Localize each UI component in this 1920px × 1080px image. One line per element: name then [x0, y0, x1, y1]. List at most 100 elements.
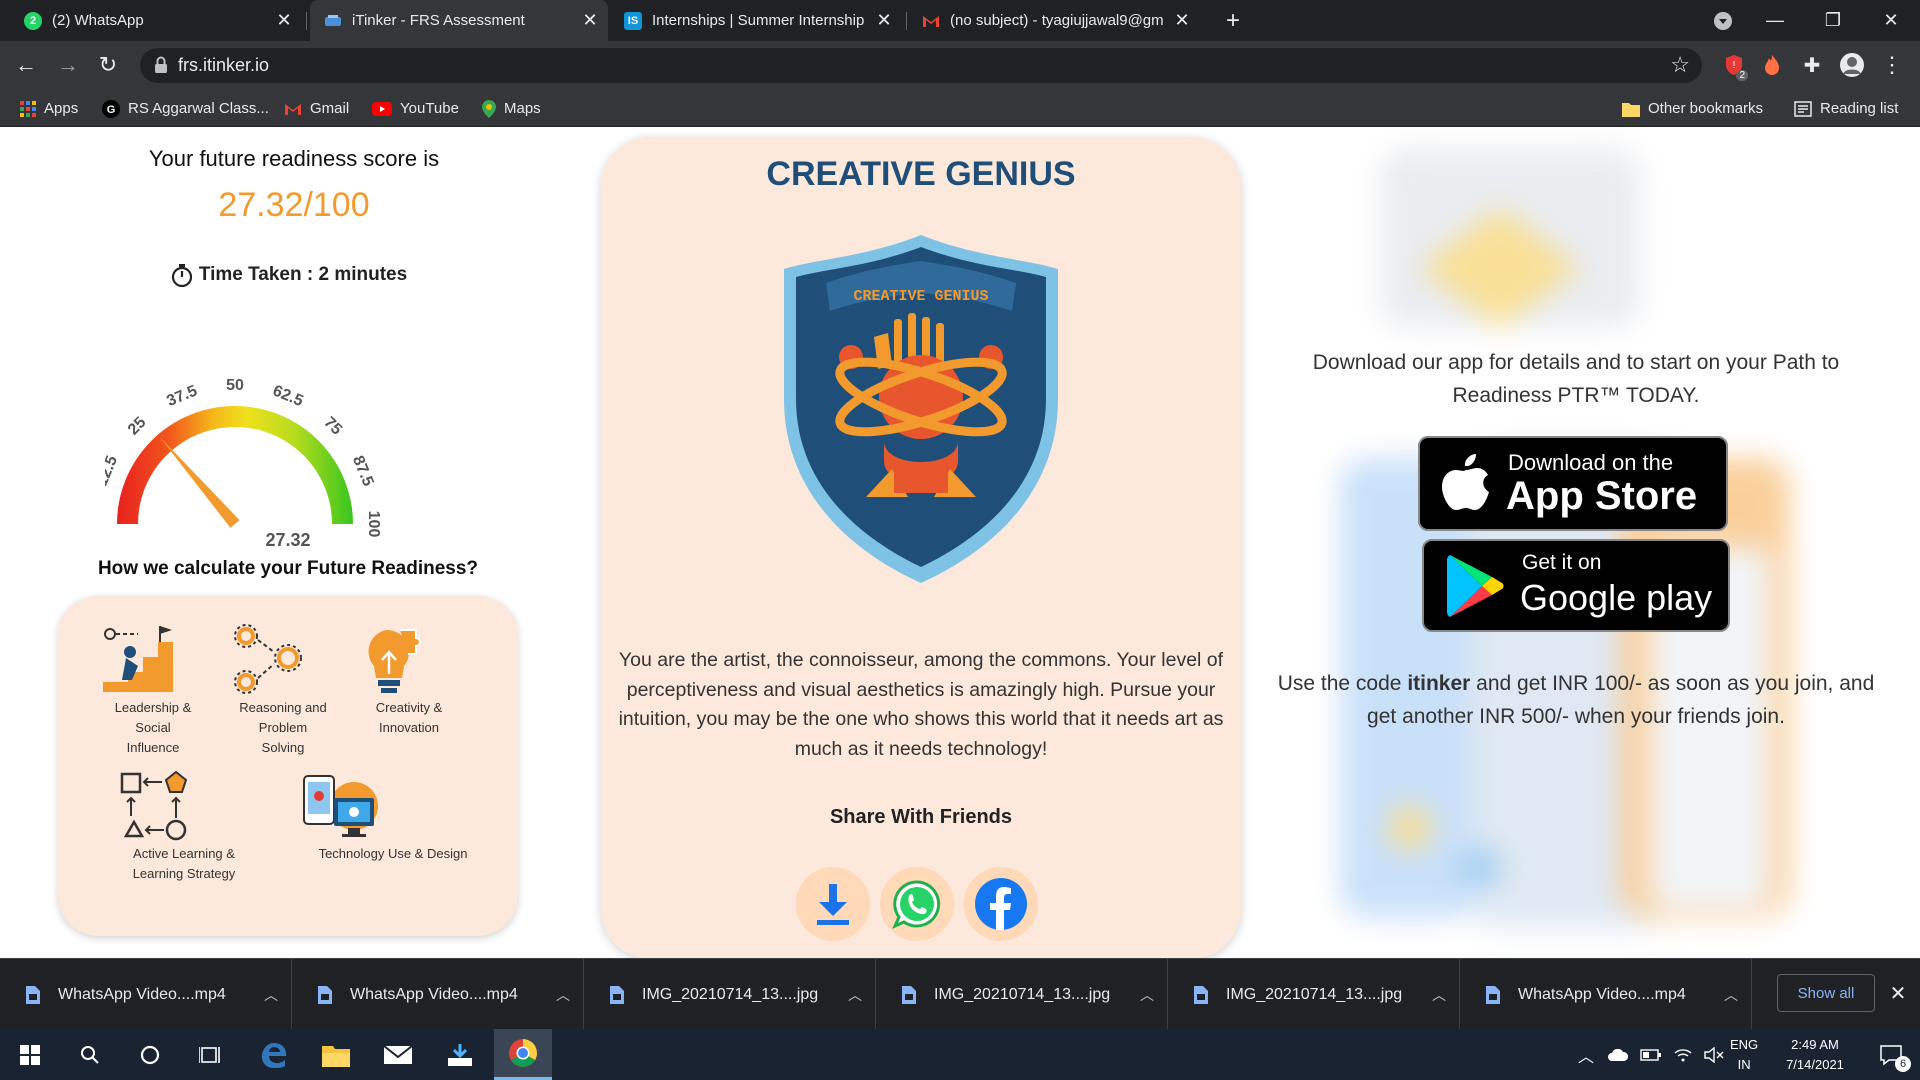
file-icon [902, 985, 916, 1004]
bookmark-label: RS Aggarwal Class... [128, 100, 269, 117]
tab-itinker[interactable]: iTinker - FRS Assessment ✕ [310, 0, 608, 41]
forward-button[interactable]: → [50, 47, 86, 83]
battery-icon[interactable] [1640, 1048, 1662, 1061]
download-item[interactable]: WhatsApp Video....mp4 ︿ [292, 959, 584, 1030]
chevron-up-icon[interactable]: ︿ [251, 985, 291, 1005]
bookmark-label: Other bookmarks [1648, 100, 1764, 117]
download-item[interactable]: WhatsApp Video....mp4 ︿ [1460, 959, 1752, 1030]
gauge-tick-label: 50 [226, 377, 244, 394]
lang-bottom: IN [1737, 1056, 1751, 1072]
browser-toolbar: ← → ↻ frs.itinker.io ☆ ! 2 ✚ ⋮ [0, 41, 1920, 90]
close-window-button[interactable]: ✕ [1868, 0, 1914, 41]
chevron-up-icon[interactable]: ︿ [835, 985, 875, 1005]
lang-top: ENG [1730, 1036, 1759, 1052]
chevron-up-icon[interactable]: ︿ [1578, 1043, 1594, 1067]
tab-search-icon[interactable] [1700, 0, 1746, 41]
download-button[interactable] [796, 867, 870, 941]
appstore-big-text: App Store [1506, 474, 1698, 518]
windows-taskbar: ︿ ENG IN 2:49 AM 7/14/2021 6 [0, 1029, 1920, 1080]
chrome-icon [509, 1039, 537, 1067]
tab-gmail[interactable]: (no subject) - tyagiujjawal9@gm ✕ [910, 0, 1200, 41]
reasoning-gears-icon [228, 622, 338, 696]
bookmark-star-icon[interactable]: ☆ [1670, 52, 1690, 78]
appstore-small-text: Download on the [1508, 450, 1674, 475]
bookmark-youtube[interactable]: YouTube [372, 90, 459, 127]
download-item[interactable]: IMG_20210714_13....jpg ︿ [584, 959, 876, 1030]
skill-creativity: Creativity & Innovation [354, 622, 464, 738]
lock-icon [154, 56, 168, 74]
notification-count: 6 [1895, 1056, 1911, 1072]
search-taskbar-button[interactable] [62, 1029, 118, 1080]
back-button[interactable]: ← [8, 47, 44, 83]
extension-icon[interactable]: ! 2 [1718, 49, 1750, 81]
clock[interactable]: 2:49 AM 7/14/2021 [1770, 1029, 1860, 1080]
other-bookmarks[interactable]: Other bookmarks [1622, 90, 1763, 127]
language-indicator[interactable]: ENG IN [1730, 1029, 1758, 1080]
tab-whatsapp[interactable]: 2 (2) WhatsApp ✕ [12, 0, 302, 41]
menu-kebab-icon[interactable]: ⋮ [1876, 49, 1908, 81]
cortana-button[interactable] [122, 1029, 178, 1080]
download-item[interactable]: IMG_20210714_13....jpg ︿ [1168, 959, 1460, 1030]
reload-button[interactable]: ↻ [90, 47, 126, 83]
folder-icon [1622, 101, 1640, 117]
close-tab-icon[interactable]: ✕ [1172, 10, 1192, 31]
skill-label-line: Learning Strategy [132, 866, 236, 881]
google-play-button[interactable]: Get it on Google play [1422, 539, 1730, 632]
app-store-button[interactable]: Download on the App Store [1418, 436, 1728, 531]
promo-text: Use the code itinker and get INR 100/- a… [1262, 667, 1890, 733]
chevron-up-icon[interactable]: ︿ [1711, 985, 1751, 1005]
gmail-icon [284, 102, 302, 116]
download-item[interactable]: IMG_20210714_13....jpg ︿ [876, 959, 1168, 1030]
bookmark-label: Reading list [1820, 100, 1899, 117]
reading-list[interactable]: Reading list [1794, 90, 1898, 127]
start-button[interactable] [2, 1029, 58, 1080]
chevron-up-icon[interactable]: ︿ [1419, 985, 1459, 1005]
play-big-text: Google play [1520, 577, 1713, 618]
gauge-tick-label: 62.5 [270, 382, 305, 410]
gauge-needle [159, 436, 240, 528]
bookmark-gmail[interactable]: Gmail [284, 90, 349, 127]
reading-list-icon [1794, 100, 1812, 117]
maximize-button[interactable]: ❐ [1810, 0, 1856, 41]
creative-genius-badge-icon: CREATIVE GENIUS [784, 235, 1058, 583]
close-tab-icon[interactable]: ✕ [580, 10, 600, 31]
chevron-up-icon[interactable]: ︿ [543, 985, 583, 1005]
extensions-puzzle-icon[interactable]: ✚ [1796, 49, 1828, 81]
close-shelf-icon[interactable]: ✕ [1880, 974, 1916, 1012]
volume-muted-icon[interactable] [1704, 1046, 1724, 1063]
minimize-button[interactable]: — [1752, 0, 1798, 41]
file-explorer-taskbar-button[interactable] [308, 1029, 364, 1080]
new-tab-button[interactable]: + [1210, 0, 1256, 41]
bookmark-maps[interactable]: Maps [482, 90, 541, 127]
bookmark-rs-aggarwal[interactable]: G RS Aggarwal Class... [102, 90, 269, 127]
tab-title: iTinker - FRS Assessment [352, 12, 525, 29]
installer-taskbar-button[interactable] [432, 1029, 488, 1080]
file-icon [1486, 985, 1500, 1004]
address-bar[interactable]: frs.itinker.io ☆ [140, 48, 1702, 83]
bookmark-apps[interactable]: Apps [20, 90, 78, 127]
download-item[interactable]: WhatsApp Video....mp4 ︿ [0, 959, 292, 1030]
edge-taskbar-button[interactable] [246, 1029, 302, 1080]
wifi-icon[interactable] [1674, 1047, 1692, 1063]
chrome-taskbar-button[interactable] [494, 1029, 552, 1080]
tab-internshala[interactable]: IS Internships | Summer Internship ✕ [612, 0, 902, 41]
skill-label-line: Creativity & [375, 700, 443, 715]
chevron-up-icon[interactable]: ︿ [1127, 985, 1167, 1005]
skill-label-line: Technology Use & Design [318, 846, 468, 861]
page-content: Your future readiness score is 27.32/100… [0, 128, 1920, 958]
whatsapp-share-button[interactable] [880, 867, 954, 941]
tab-separator [906, 12, 907, 30]
creativity-bulb-icon [354, 622, 464, 696]
skill-leadership: Leadership & Social Influence [98, 622, 208, 758]
close-tab-icon[interactable]: ✕ [274, 10, 294, 31]
close-tab-icon[interactable]: ✕ [874, 10, 894, 31]
onedrive-icon[interactable] [1608, 1048, 1629, 1061]
persona-title: CREATIVE GENIUS [766, 155, 1076, 193]
action-center-button[interactable]: 6 [1866, 1029, 1916, 1080]
mail-taskbar-button[interactable] [370, 1029, 426, 1080]
show-all-button[interactable]: Show all [1777, 974, 1875, 1012]
facebook-share-button[interactable] [964, 867, 1038, 941]
extension-fire-icon[interactable] [1756, 49, 1788, 81]
profile-avatar[interactable] [1836, 49, 1868, 81]
task-view-button[interactable] [182, 1029, 238, 1080]
